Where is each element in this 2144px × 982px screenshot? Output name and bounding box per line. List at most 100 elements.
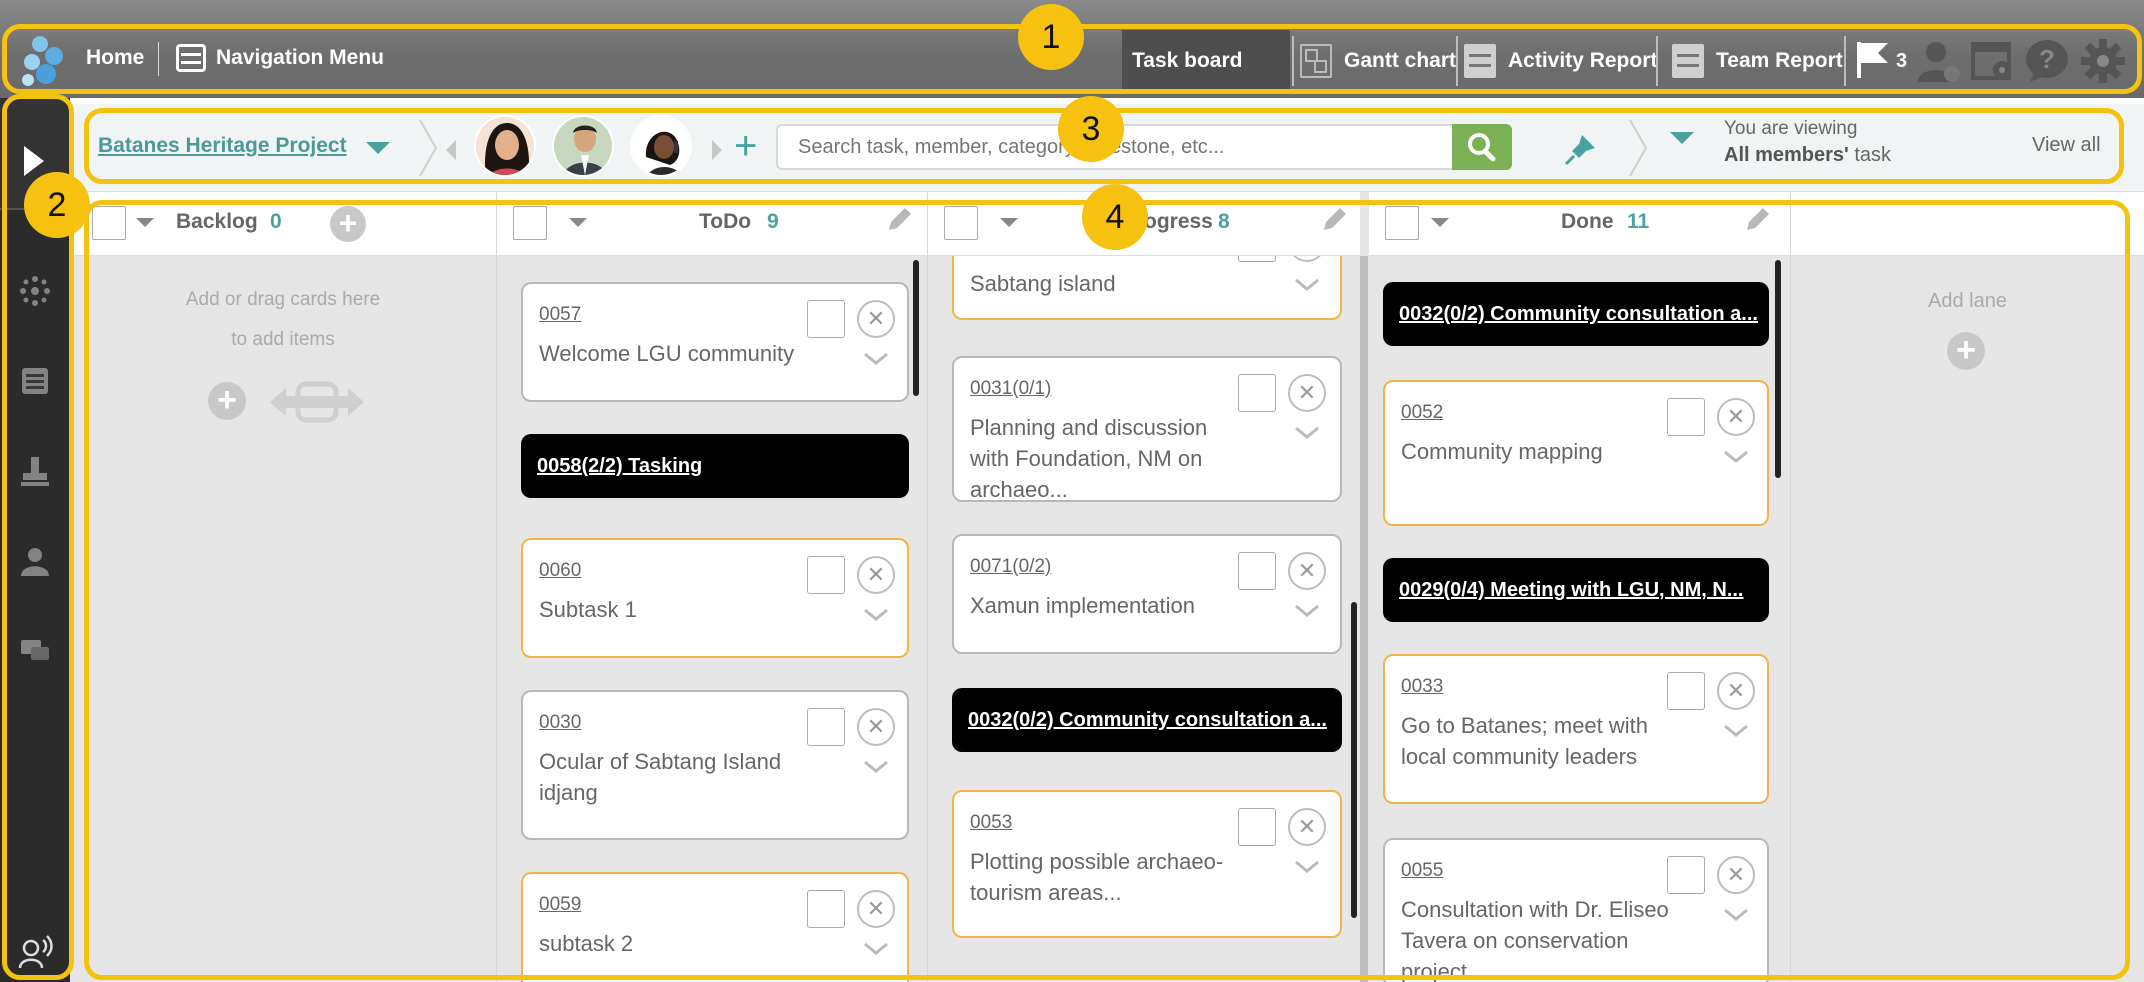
task-checkbox[interactable] <box>807 890 845 928</box>
task-id-link[interactable]: 0071(0/2) <box>970 556 1051 578</box>
lane-menu-caret-icon[interactable] <box>569 218 587 227</box>
close-icon[interactable]: ✕ <box>1288 808 1326 846</box>
task-card[interactable]: 0057 Welcome LGU community ✕ <box>521 282 909 402</box>
navigation-menu-button[interactable]: Navigation Menu <box>176 44 384 72</box>
edit-lane-icon[interactable] <box>885 206 913 234</box>
scrollbar[interactable] <box>913 260 919 396</box>
task-checkbox[interactable] <box>807 300 845 338</box>
chevron-down-icon[interactable] <box>863 608 889 622</box>
gear-icon[interactable] <box>2080 38 2126 84</box>
lane-select-checkbox[interactable] <box>1385 206 1419 240</box>
parent-task-bar[interactable]: 0032(0/2) Community consultation a... <box>952 688 1342 752</box>
task-card[interactable]: 0059 subtask 2 ✕ <box>521 872 909 982</box>
stamp-icon[interactable] <box>18 454 52 488</box>
task-card[interactable]: 0071(0/2) Xamun implementation ✕ <box>952 534 1342 654</box>
close-icon[interactable]: ✕ <box>1288 256 1326 262</box>
chevron-down-icon[interactable] <box>1294 278 1320 292</box>
close-icon[interactable]: ✕ <box>1717 856 1755 894</box>
home-link[interactable]: Home <box>86 46 144 70</box>
lane-select-checkbox[interactable] <box>944 206 978 240</box>
avatars-next-icon[interactable] <box>712 140 722 160</box>
lane-menu-caret-icon[interactable] <box>136 218 154 227</box>
chevron-down-icon[interactable] <box>863 352 889 366</box>
task-id-link[interactable]: 0053 <box>970 812 1012 834</box>
task-checkbox[interactable] <box>807 708 845 746</box>
calendar-settings-icon[interactable] <box>1970 38 2016 84</box>
task-checkbox[interactable] <box>807 556 845 594</box>
parent-task-bar[interactable]: 0029(0/4) Meeting with LGU, NM, N... <box>1383 558 1769 622</box>
task-checkbox[interactable] <box>1667 398 1705 436</box>
close-icon[interactable]: ✕ <box>857 556 895 594</box>
chevron-down-icon[interactable] <box>1294 860 1320 874</box>
scrollbar[interactable] <box>1775 260 1781 478</box>
task-card[interactable]: 0052 Community mapping ✕ <box>1383 380 1769 526</box>
edit-lane-icon[interactable] <box>1320 206 1348 234</box>
network-icon[interactable] <box>18 274 52 308</box>
close-icon[interactable]: ✕ <box>1288 552 1326 590</box>
task-checkbox[interactable] <box>1667 856 1705 894</box>
user-icon[interactable] <box>18 544 52 578</box>
help-icon[interactable]: ? <box>2024 38 2070 84</box>
task-checkbox[interactable] <box>1238 256 1276 262</box>
lane-select-checkbox[interactable] <box>513 206 547 240</box>
task-id-link[interactable]: 0052 <box>1401 402 1443 424</box>
close-icon[interactable]: ✕ <box>857 300 895 338</box>
tab-activity-report[interactable]: Activity Report <box>1464 30 1657 92</box>
task-id-link[interactable]: 0031(0/1) <box>970 378 1051 400</box>
task-card[interactable]: 0060 Subtask 1 ✕ <box>521 538 909 658</box>
view-all-link[interactable]: View all <box>2032 134 2101 157</box>
avatar[interactable] <box>630 115 692 177</box>
chevron-down-icon[interactable] <box>1723 724 1749 738</box>
add-member-button[interactable]: + <box>734 126 757 166</box>
chevron-down-icon[interactable] <box>1294 604 1320 618</box>
scrollbar-track[interactable] <box>1360 256 1368 982</box>
task-card[interactable]: 0053 Plotting possible archaeo-tourism a… <box>952 790 1342 938</box>
avatars-prev-icon[interactable] <box>446 140 456 160</box>
user-add-icon[interactable] <box>1916 38 1962 84</box>
task-checkbox[interactable] <box>1667 672 1705 710</box>
task-card[interactable]: 0030 Ocular of Sabtang Island idjang ✕ <box>521 690 909 840</box>
add-lane-button[interactable]: + <box>1947 332 1985 370</box>
close-icon[interactable]: ✕ <box>1717 672 1755 710</box>
pin-icon[interactable] <box>1562 132 1598 168</box>
avatar[interactable] <box>474 115 536 177</box>
chevron-down-icon[interactable] <box>863 942 889 956</box>
task-card[interactable]: 0031(0/1) Planning and discussion with F… <box>952 356 1342 502</box>
edit-lane-icon[interactable] <box>1743 206 1771 234</box>
task-id-link[interactable]: 0057 <box>539 304 581 326</box>
lane-menu-caret-icon[interactable] <box>1000 218 1018 227</box>
scrollbar[interactable] <box>1351 602 1357 918</box>
close-icon[interactable]: ✕ <box>857 708 895 746</box>
close-icon[interactable]: ✕ <box>1288 374 1326 412</box>
lane-select-checkbox[interactable] <box>92 206 126 240</box>
app-logo[interactable] <box>18 34 68 88</box>
chat-icon[interactable] <box>18 634 52 668</box>
task-id-link[interactable]: 0059 <box>539 894 581 916</box>
task-id-link[interactable]: 0033 <box>1401 676 1443 698</box>
task-card[interactable]: 0055 Consultation with Dr. Eliseo Tavera… <box>1383 838 1769 982</box>
broadcast-user-icon[interactable] <box>18 934 54 970</box>
chevron-down-icon[interactable] <box>1723 450 1749 464</box>
view-filter-caret-icon[interactable] <box>1670 132 1694 144</box>
chevron-down-icon[interactable] <box>1723 908 1749 922</box>
task-card[interactable]: 0033 Go to Batanes; meet with local comm… <box>1383 654 1769 804</box>
lane-menu-caret-icon[interactable] <box>1431 218 1449 227</box>
task-checkbox[interactable] <box>1238 374 1276 412</box>
search-button[interactable] <box>1452 124 1512 170</box>
task-checkbox[interactable] <box>1238 552 1276 590</box>
parent-task-bar[interactable]: 0032(0/2) Community consultation a... <box>1383 282 1769 346</box>
chevron-down-icon[interactable] <box>863 760 889 774</box>
close-icon[interactable]: ✕ <box>857 890 895 928</box>
project-dropdown-caret-icon[interactable] <box>366 142 390 154</box>
task-id-link[interactable]: 0060 <box>539 560 581 582</box>
list-icon[interactable] <box>18 364 52 398</box>
task-checkbox[interactable] <box>1238 808 1276 846</box>
task-id-link[interactable]: 0030 <box>539 712 581 734</box>
tab-team-report[interactable]: Team Report <box>1672 30 1843 92</box>
parent-task-bar[interactable]: 0058(2/2) Tasking <box>521 434 909 498</box>
task-card[interactable]: Sabtang island ✕ <box>952 256 1342 320</box>
project-name-link[interactable]: Batanes Heritage Project <box>98 134 347 158</box>
flag-icon[interactable] <box>1854 40 1892 80</box>
close-icon[interactable]: ✕ <box>1717 398 1755 436</box>
tab-gantt-chart[interactable]: Gantt chart <box>1300 30 1456 92</box>
